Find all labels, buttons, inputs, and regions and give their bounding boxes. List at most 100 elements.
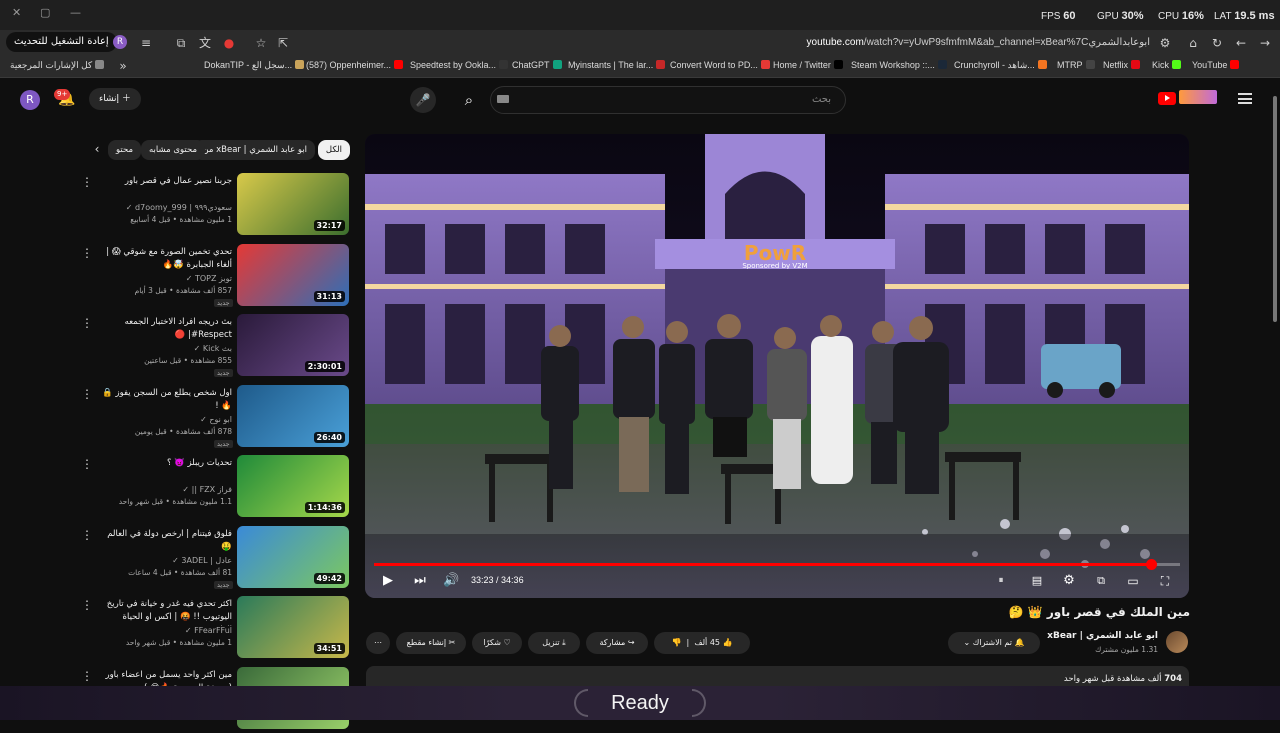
video-thumbnail[interactable]: 34:51 [237,596,349,658]
bookmark-item[interactable]: YouTube [1192,60,1240,70]
forward-icon[interactable]: ← [1232,34,1250,52]
share-button[interactable]: ↪ مشاركة [586,632,648,654]
related-video-channel[interactable]: بث Kick ✓ [100,344,232,353]
channel-avatar[interactable] [1166,631,1188,653]
related-video-title[interactable]: تحدي تخمين الصورة مع شوقي 😱 | ألغاء الجب… [100,246,232,272]
filter-chip[interactable]: محتو [108,140,141,160]
related-video-channel[interactable]: سعودي٩٩٩ | d7oomy_999 ✓ [100,203,232,212]
search-input[interactable]: بحث [490,86,846,114]
video-thumbnail[interactable]: 1:14:36 [237,455,349,517]
chips-scroll-left-icon[interactable]: ‹ [90,142,104,158]
reload-icon[interactable]: ↻ [1208,34,1226,52]
related-video-item[interactable]: 1:14:36 تحديات ريبلز 👿 ؟ فراز FZX || ✓ 1.1 … [80,455,352,521]
bookmark-item[interactable]: MTRP [1057,60,1095,70]
captions-icon[interactable]: ▤ [1028,573,1046,589]
create-button[interactable]: إنشاء ＋ [89,88,141,110]
address-bar[interactable]: youtube.com/watch?v=yUwP9sfmfmM&ab_chann… [300,34,1150,52]
progress-scrubber[interactable] [1146,559,1157,570]
video-thumbnail[interactable]: 31:13 [237,243,349,306]
doodle-banner[interactable] [1179,90,1217,104]
related-video-title[interactable]: فلوق فيتنام | ارخص دولة في العالم🤑 [100,528,232,554]
bookmark-item[interactable]: Netflix [1103,60,1141,70]
related-video-item[interactable]: 49:42 فلوق فيتنام | ارخص دولة في العالم🤑 ع… [80,525,352,592]
miniplayer-icon[interactable]: ⧉ [1092,573,1110,589]
bookmarks-overflow-icon[interactable]: » [114,57,132,75]
fullscreen-icon[interactable]: ⛶ [1156,573,1174,589]
filter-chip[interactable]: محتوى مشابه [141,140,205,160]
youtube-logo-icon[interactable] [1158,92,1176,105]
like-dislike-group[interactable]: 👍 45 ألف | 👎 [654,632,750,654]
more-actions-icon[interactable]: ⋯ [366,632,390,654]
site-settings-icon[interactable]: ⚙ [1156,34,1174,52]
close-window-icon[interactable]: ✕ [12,6,21,19]
bookmark-item[interactable]: Myinstants | The lar... [568,60,666,70]
more-options-icon[interactable]: ⋮ [80,246,94,262]
filter-chip[interactable]: من xBear | ابو عابد الشمري [194,140,315,160]
subscribed-button[interactable]: 🔔 تم الاشتراك ⌄ [948,632,1040,654]
more-options-icon[interactable]: ⋮ [80,669,94,685]
page-scrollbar-thumb[interactable] [1273,96,1277,322]
share-page-icon[interactable]: ⇱ [274,34,292,52]
related-video-channel[interactable]: ابو نوح ✓ [100,415,232,424]
more-options-icon[interactable]: ⋮ [80,457,94,473]
settings-gear-icon[interactable]: ⚙ [1060,573,1078,589]
like-icon[interactable]: 👍 [723,638,733,647]
clip-button[interactable]: ✂ إنشاء مقطع [396,632,466,654]
play-icon[interactable]: ▶ [380,573,396,589]
video-thumbnail[interactable]: 26:40 [237,384,349,447]
related-video-channel[interactable]: عادل | 3ADEL ✓ [100,556,232,565]
translate-icon[interactable]: 文 [196,34,214,52]
related-video-title[interactable]: اول شخص يطلع من السجن يفوز 🔒🔥 ! [100,387,232,413]
thanks-button[interactable]: ♡ شكرًا [472,632,522,654]
video-player[interactable]: PowR Sponsored by V2M [365,134,1189,598]
theater-mode-icon[interactable]: ▭ [1124,573,1142,589]
back-icon[interactable]: → [1256,34,1274,52]
video-thumbnail[interactable]: 2:30:01 [237,314,349,376]
more-options-icon[interactable]: ⋮ [80,598,94,614]
bookmark-item[interactable]: (587) Oppenheimer... [306,60,404,70]
bookmark-item[interactable]: ChatGPT [512,60,562,70]
filter-chip[interactable]: الكل [317,140,350,160]
extensions-icon[interactable]: ⧉ [172,34,190,52]
related-video-title[interactable]: بث دريجه افراد الاختبار الجمعه Respect#|… [100,316,232,342]
hamburger-menu-icon[interactable] [1238,93,1252,104]
search-icon[interactable]: ⌕ [448,86,490,114]
related-video-item[interactable]: 32:17 جربنا نصير عمال في قصر باور سعودي٩٩٩… [80,173,352,239]
related-video-item[interactable]: 26:40 اول شخص يطلع من السجن يفوز 🔒🔥 ! ابو … [80,384,352,451]
minimize-window-icon[interactable]: — [70,6,81,19]
download-button[interactable]: ⤓ تنزيل [528,632,580,654]
more-options-icon[interactable]: ⋮ [80,175,94,191]
home-icon[interactable]: ⌂ [1184,34,1202,52]
profile-avatar[interactable]: R [113,35,127,49]
bookmark-item[interactable]: كل الإشارات المرجعية [10,60,105,71]
dislike-icon[interactable]: 👎 [671,638,681,647]
video-thumbnail[interactable]: 49:42 [237,525,349,588]
bookmark-item[interactable]: Convert Word to PD... [670,60,770,70]
related-video-title[interactable]: تحديات ريبلز 👿 ؟ [100,457,232,470]
account-avatar[interactable]: R [20,90,40,110]
bookmark-item[interactable]: Kick [1152,60,1182,70]
reload-to-update-button[interactable]: إعادة التشغيل للتحديث [6,32,117,52]
volume-icon[interactable]: 🔊 [443,573,459,589]
related-video-title[interactable]: جربنا نصير عمال في قصر باور [100,175,232,188]
next-video-icon[interactable]: ⏭ [412,573,428,589]
microphone-icon[interactable]: 🎤 [410,87,436,113]
related-video-channel[interactable]: FFearFFul ✓ [100,626,232,635]
more-options-icon[interactable]: ⋮ [80,387,94,403]
related-video-item[interactable]: 31:13 تحدي تخمين الصورة مع شوقي 😱 | ألغاء… [80,243,352,310]
extension-red-icon[interactable]: ● [220,34,238,52]
related-video-channel[interactable]: فراز FZX || ✓ [100,485,232,494]
bookmark-item[interactable]: Crunchyroll - شاهد... [954,60,1047,71]
related-video-item[interactable]: 2:30:01 بث دريجه افراد الاختبار الجمعه Re… [80,314,352,380]
bookmark-star-icon[interactable]: ☆ [252,34,270,52]
related-video-channel[interactable]: توبز TOPZ ✓ [100,274,232,283]
bookmark-item[interactable]: Home / Twitter [773,60,843,70]
maximize-window-icon[interactable]: ▢ [40,6,50,19]
more-options-icon[interactable]: ⋮ [80,528,94,544]
related-video-title[interactable]: اكثر تحدي فيه غدر و خيانة في تاريخ اليوت… [100,598,232,626]
bookmark-item[interactable]: Steam Workshop ::... [851,60,947,70]
bookmark-item[interactable]: DokanTIP - سجل الع... [204,60,305,71]
related-video-item[interactable]: 34:51 اكثر تحدي فيه غدر و خيانة في تاريخ … [80,596,352,662]
video-progress-bar[interactable] [374,559,1180,570]
media-control-icon[interactable]: ≡ [137,34,155,52]
